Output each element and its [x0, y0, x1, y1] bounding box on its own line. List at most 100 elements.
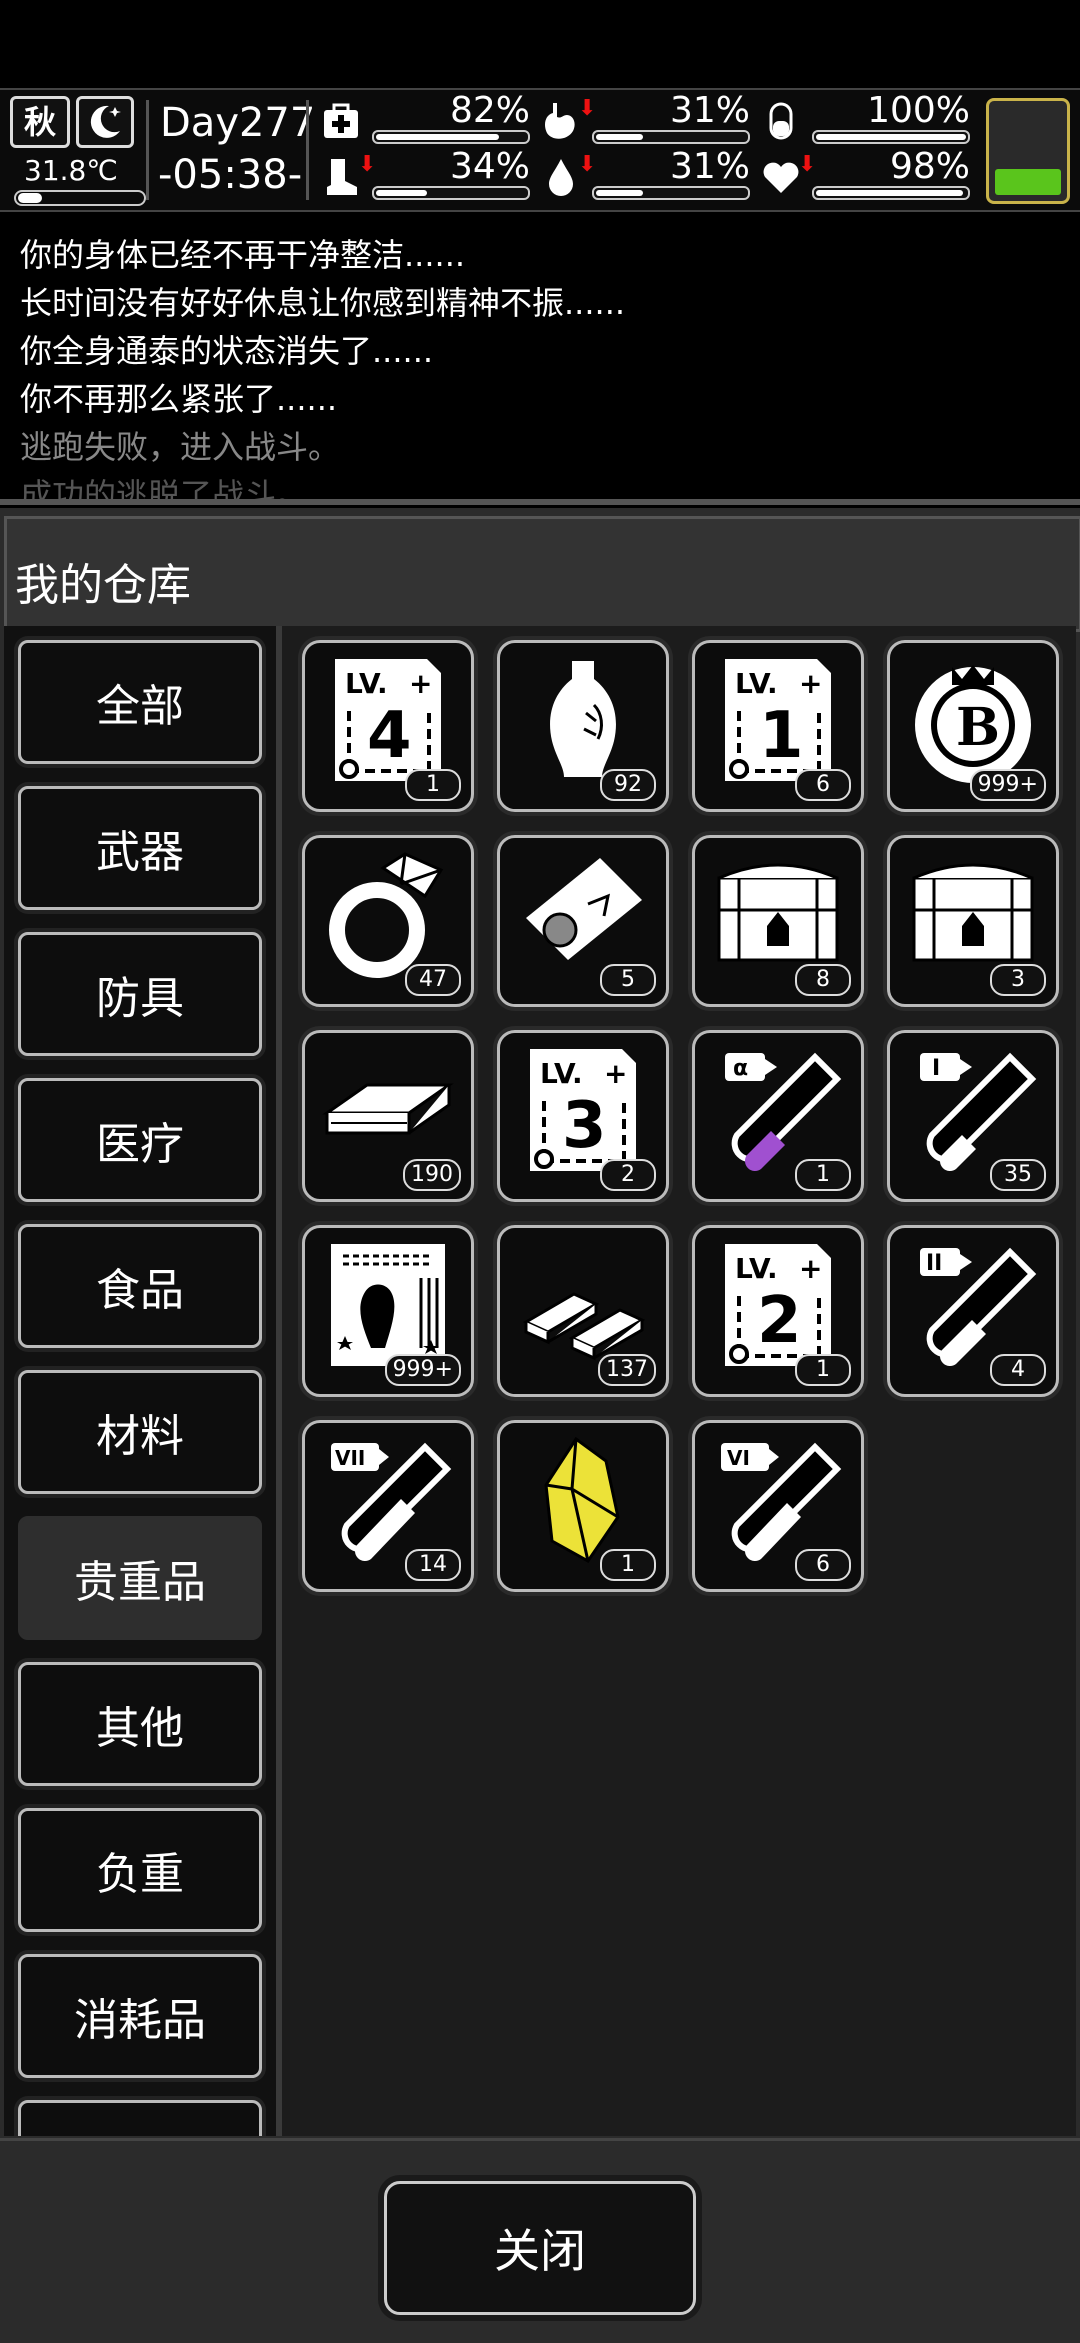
item-count: 999+: [969, 769, 1046, 801]
item-slot[interactable]: LV. + 1 6: [692, 640, 864, 812]
item-count: 5: [600, 964, 656, 996]
category-other[interactable]: 其他: [18, 1662, 262, 1786]
warehouse-panel: 我的仓库 全部 武器 防具 医疗 食品 材料 贵重品 其他 负重 消耗品 装饰 …: [0, 508, 1080, 2343]
category-armor[interactable]: 防具: [18, 932, 262, 1056]
category-medical[interactable]: 医疗: [18, 1078, 262, 1202]
yellow-crystal-icon: [544, 1436, 620, 1563]
test-tube-6-icon: VI: [721, 1442, 842, 1561]
book-level: 1: [759, 699, 804, 773]
treasure-chest-1-icon: [912, 863, 1034, 962]
message-log[interactable]: 你的身体已经不再干净整洁...... 长时间没有好好休息让你感到精神不振....…: [0, 214, 1080, 505]
item-slot[interactable]: I 35: [887, 1030, 1059, 1202]
log-line: 你全身通泰的状态消失了......: [20, 332, 434, 370]
stat-hunger: ⬇ 31%: [540, 90, 750, 144]
stat-value: 100%: [867, 90, 970, 131]
stat-bar-fill: [816, 190, 963, 196]
test-tube-7-icon: VII: [331, 1442, 452, 1561]
bitcoin-chip-icon: B: [915, 665, 1031, 783]
stat-value: 34%: [449, 146, 530, 187]
item-slot[interactable]: 3: [887, 835, 1059, 1007]
svg-text:+: +: [604, 1057, 627, 1090]
battery-indicator[interactable]: [986, 98, 1070, 204]
stat-bar: [372, 130, 530, 144]
item-slot[interactable]: II 4: [887, 1225, 1059, 1397]
item-slot[interactable]: 999+: [302, 1225, 474, 1397]
category-valuables[interactable]: 贵重品: [18, 1516, 262, 1640]
svg-text:+: +: [799, 667, 822, 700]
stat-value: 31%: [669, 146, 750, 187]
stat-bar-fill: [596, 190, 643, 196]
treasure-chest-2-icon: [717, 863, 839, 962]
category-load[interactable]: 负重: [18, 1808, 262, 1932]
stat-stamina: ⬇ 34%: [320, 146, 530, 200]
stat-bar: [592, 130, 750, 144]
season-panel: 秋 31.8℃: [10, 96, 146, 206]
temperature-bar: [14, 190, 146, 206]
test-tube-1-icon: I: [920, 1052, 1037, 1171]
heart-icon: [760, 154, 802, 200]
book-level: 2: [757, 1284, 802, 1358]
item-slot[interactable]: 5: [497, 835, 669, 1007]
item-slot[interactable]: LV. + 4 1: [302, 640, 474, 812]
stat-health: 82%: [320, 90, 530, 144]
category-sidebar[interactable]: 全部 武器 防具 医疗 食品 材料 贵重品 其他 负重 消耗品 装饰: [4, 626, 276, 2136]
tube-tier: II: [926, 1251, 942, 1276]
down-arrow-icon: ⬇: [578, 96, 597, 121]
category-all[interactable]: 全部: [18, 640, 262, 764]
stat-bar-fill: [596, 134, 643, 140]
item-slot[interactable]: VII 14: [302, 1420, 474, 1592]
day-counter: Day277: [160, 100, 316, 146]
svg-text:+: +: [799, 1252, 822, 1285]
log-line: 你的身体已经不再干净整洁......: [20, 236, 466, 274]
stomach-icon: [540, 98, 582, 144]
item-count: 1: [795, 1159, 851, 1191]
stat-value: 31%: [669, 90, 750, 131]
category-weapons[interactable]: 武器: [18, 786, 262, 910]
item-slot[interactable]: VI 6: [692, 1420, 864, 1592]
test-tube-alpha-icon: α: [725, 1052, 842, 1171]
svg-text:B: B: [956, 697, 1000, 758]
stat-value: 82%: [449, 90, 530, 131]
item-slot[interactable]: 92: [497, 640, 669, 812]
item-slot[interactable]: 8: [692, 835, 864, 1007]
down-arrow-icon: ⬇: [358, 152, 377, 177]
item-slot[interactable]: B 999+: [887, 640, 1059, 812]
item-slot[interactable]: LV. + 3 2: [497, 1030, 669, 1202]
category-food[interactable]: 食品: [18, 1224, 262, 1348]
item-slot[interactable]: 190: [302, 1030, 474, 1202]
season-label: 秋: [10, 96, 70, 148]
item-count: 1: [405, 769, 461, 801]
tube-tier: α: [733, 1056, 748, 1081]
item-slot[interactable]: 137: [497, 1225, 669, 1397]
item-count: 35: [990, 1159, 1046, 1191]
item-count: 8: [795, 964, 851, 996]
book-level: 3: [562, 1089, 607, 1163]
item-count: 6: [795, 1549, 851, 1581]
bottom-bar: 关闭: [0, 2138, 1080, 2343]
medkit-icon: [320, 98, 362, 144]
skill-book-lv4-icon: LV. + 4: [335, 659, 441, 781]
item-count: 190: [403, 1159, 461, 1191]
divider: [146, 100, 149, 200]
down-arrow-icon: ⬇: [578, 152, 597, 177]
page-title: 我的仓库: [15, 560, 191, 611]
item-slot[interactable]: LV. + 2 1: [692, 1225, 864, 1397]
stat-bar-fill: [816, 134, 966, 140]
close-button[interactable]: 关闭: [384, 2181, 696, 2315]
category-decor[interactable]: 装饰: [18, 2100, 262, 2136]
status-bar: 秋 31.8℃ Day277 -05:38- 82% ⬇ 31% 100% ⬇ …: [0, 88, 1080, 212]
tube-tier: VI: [727, 1446, 750, 1470]
item-count: 3: [990, 964, 1046, 996]
item-slot[interactable]: 1: [497, 1420, 669, 1592]
item-count: 1: [795, 1354, 851, 1386]
category-consumables[interactable]: 消耗品: [18, 1954, 262, 2078]
category-materials[interactable]: 材料: [18, 1370, 262, 1494]
item-count: 6: [795, 769, 851, 801]
item-grid[interactable]: LV. + 4 1 92 LV. + 1 6 B 999+ 47 5 8 3 1…: [282, 626, 1076, 2136]
item-slot[interactable]: 47: [302, 835, 474, 1007]
item-slot[interactable]: α 1: [692, 1030, 864, 1202]
item-count: 92: [600, 769, 656, 801]
boot-icon: [320, 154, 362, 200]
skill-book-lv3-icon: LV. + 3: [530, 1049, 636, 1171]
svg-text:LV.: LV.: [735, 667, 778, 700]
